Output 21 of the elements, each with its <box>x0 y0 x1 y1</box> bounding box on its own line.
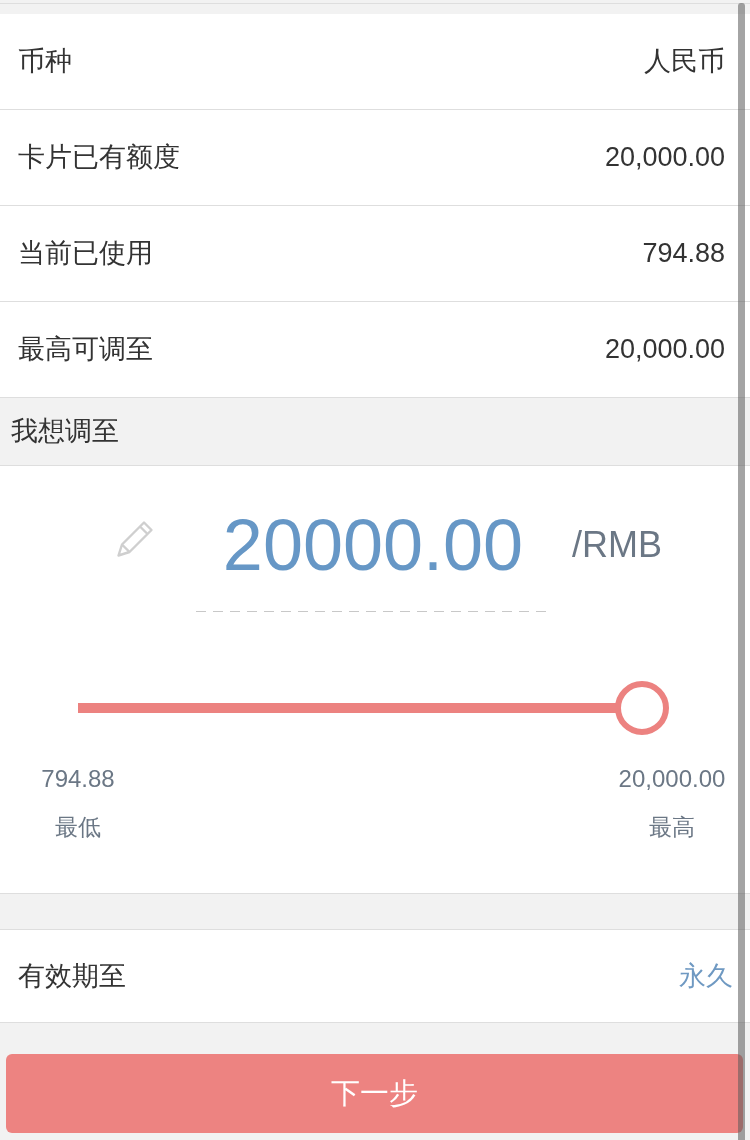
slider-track[interactable] <box>78 681 669 735</box>
row-label: 卡片已有额度 <box>18 141 180 175</box>
row-label: 币种 <box>18 45 72 79</box>
pencil-icon[interactable] <box>116 518 156 558</box>
section-title: 我想调至 <box>11 415 119 449</box>
row-label: 有效期至 <box>18 959 126 993</box>
range-label: 最低 <box>54 813 102 842</box>
range-value: 794.88 <box>40 764 116 793</box>
slider-thumb[interactable] <box>615 681 669 735</box>
scrollbar-thumb[interactable] <box>738 3 745 1140</box>
row-value: 人民币 <box>644 45 725 79</box>
row-value: 20,000.00 <box>604 141 725 175</box>
range-value: 20,000.00 <box>617 764 727 793</box>
row-label: 最高可调至 <box>18 333 153 367</box>
row-value: 20,000.00 <box>604 333 725 367</box>
range-label: 最高 <box>648 813 696 842</box>
unit-label: /RMB <box>572 527 662 563</box>
row-value: 794.88 <box>642 237 725 271</box>
next-button[interactable]: 下一步 <box>6 1054 743 1133</box>
row-label: 当前已使用 <box>18 237 153 271</box>
validity-value[interactable]: 永久 <box>679 955 733 997</box>
